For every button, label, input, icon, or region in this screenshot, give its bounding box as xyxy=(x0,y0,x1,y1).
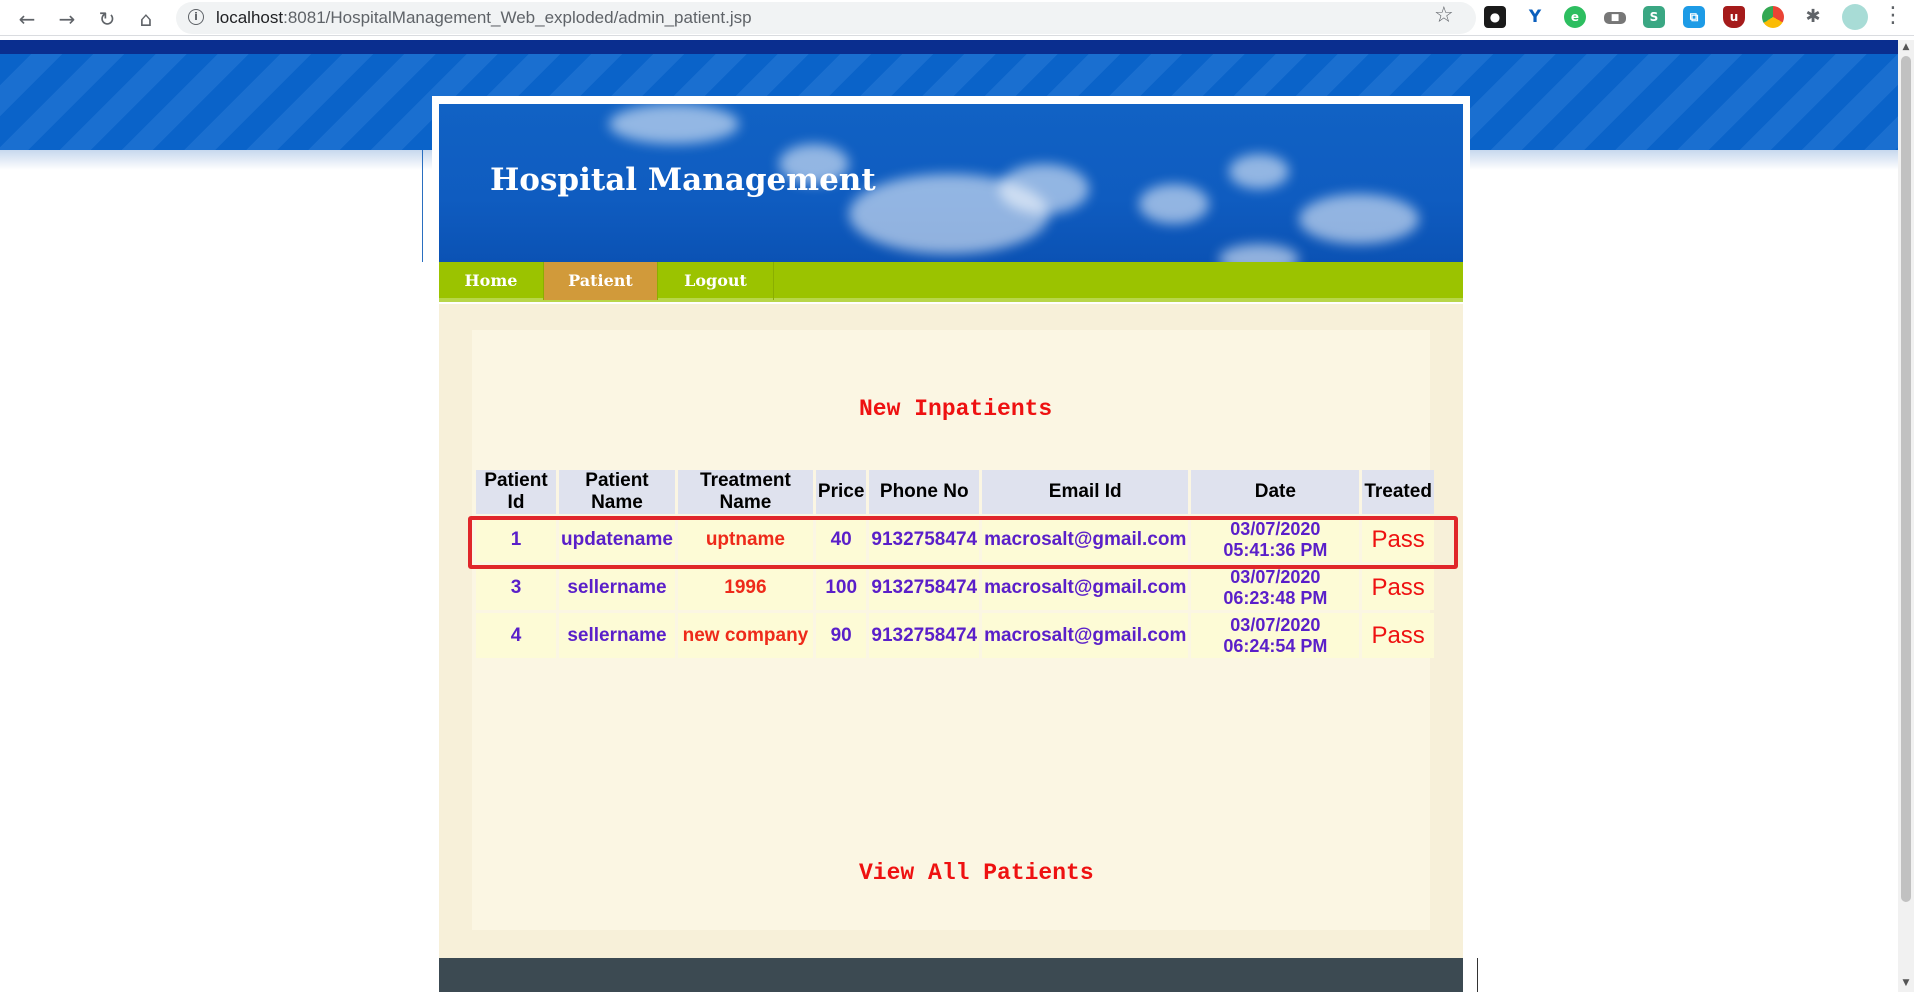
table-row: 1 updatename uptname 40 9132758474 macro… xyxy=(476,517,1434,562)
header-date: Date xyxy=(1191,470,1360,514)
header-phone: Phone No xyxy=(869,470,980,514)
patients-table: Patient Id Patient Name Treatment Name P… xyxy=(473,467,1437,661)
cell-patient-id: 1 xyxy=(476,517,556,562)
cell-price: 100 xyxy=(815,565,867,610)
cell-date: 03/07/2020 05:41:36 PM xyxy=(1191,517,1360,562)
scroll-down-icon[interactable]: ▼ xyxy=(1900,978,1912,990)
nav-logout[interactable]: Logout xyxy=(658,262,774,300)
cell-patient-name: sellername xyxy=(559,613,675,658)
date-value: 03/07/2020 xyxy=(1230,614,1321,635)
bookmark-star-icon[interactable]: ☆ xyxy=(1434,3,1454,28)
cloud xyxy=(1229,154,1289,189)
site-title: Hospital Management xyxy=(490,162,876,198)
site-info-icon[interactable]: i xyxy=(188,9,204,25)
cell-patient-name: sellername xyxy=(559,565,675,610)
cloud xyxy=(1139,184,1209,224)
cell-patient-name: updatename xyxy=(559,517,675,562)
header-email: Email Id xyxy=(982,470,1189,514)
puzzle-icon[interactable]: ✱ xyxy=(1802,6,1824,28)
view-all-patients-link[interactable]: View All Patients xyxy=(859,860,1094,886)
time-value: 06:24:54 PM xyxy=(1223,635,1328,656)
ublock-icon[interactable]: u xyxy=(1723,6,1745,28)
back-icon[interactable]: ← xyxy=(12,4,42,34)
reload-icon[interactable]: ↻ xyxy=(92,4,122,34)
cell-treated-link[interactable]: Pass xyxy=(1362,565,1434,610)
menu-dots-icon[interactable]: ⋮ xyxy=(1882,3,1904,28)
site-footer xyxy=(439,958,1463,992)
header-price: Price xyxy=(815,470,867,514)
camera-icon[interactable]: ■ xyxy=(1604,12,1626,24)
profile-icon[interactable] xyxy=(1842,4,1868,30)
cloud xyxy=(1219,244,1299,262)
browser-toolbar: ← → ↻ ⌂ i localhost:8081/HospitalManagem… xyxy=(0,0,1914,36)
chrome-icon[interactable] xyxy=(1762,6,1784,28)
date-value: 03/07/2020 xyxy=(1230,566,1321,587)
date-value: 03/07/2020 xyxy=(1230,518,1321,539)
cell-treatment: uptname xyxy=(677,517,813,562)
cloud xyxy=(1299,194,1419,244)
s-icon[interactable]: S xyxy=(1643,6,1665,28)
cloud xyxy=(609,104,739,144)
scrollbar-thumb[interactable] xyxy=(1901,56,1911,902)
cell-treatment: 1996 xyxy=(677,565,813,610)
header-patient-id: Patient Id xyxy=(476,470,556,514)
header-treated: Treated xyxy=(1362,470,1434,514)
time-value: 06:23:48 PM xyxy=(1223,587,1328,608)
cell-phone: 9132758474 xyxy=(869,565,980,610)
header-treatment-name: Treatment Name xyxy=(677,470,813,514)
cell-email: macrosalt@gmail.com xyxy=(982,517,1189,562)
time-value: 05:41:36 PM xyxy=(1223,539,1328,560)
dark-reader-icon[interactable]: ● xyxy=(1484,6,1506,28)
cell-email: macrosalt@gmail.com xyxy=(982,613,1189,658)
frame-left-edge xyxy=(422,150,423,262)
cell-phone: 9132758474 xyxy=(869,517,980,562)
table-row: 3 sellername 1996 100 9132758474 macrosa… xyxy=(476,565,1434,610)
table-row: 4 sellername new company 90 9132758474 m… xyxy=(476,613,1434,658)
top-rule xyxy=(0,40,1898,54)
cell-phone: 9132758474 xyxy=(869,613,980,658)
cell-price: 40 xyxy=(815,517,867,562)
header-patient-name: Patient Name xyxy=(559,470,675,514)
copy-icon[interactable]: ⧉ xyxy=(1683,6,1705,28)
cell-date: 03/07/2020 06:23:48 PM xyxy=(1191,565,1360,610)
evernote-icon[interactable]: e xyxy=(1564,6,1586,28)
scroll-up-icon[interactable]: ▲ xyxy=(1900,42,1912,54)
nav-patient[interactable]: Patient xyxy=(544,262,658,300)
cell-treatment: new company xyxy=(677,613,813,658)
url-path: :8081/HospitalManagement_Web_exploded/ad… xyxy=(283,8,752,27)
cell-treated-link[interactable]: Pass xyxy=(1362,613,1434,658)
cell-date: 03/07/2020 06:24:54 PM xyxy=(1191,613,1360,658)
page-root: ← → ↻ ⌂ i localhost:8081/HospitalManagem… xyxy=(0,0,1914,992)
cell-treated-link[interactable]: Pass xyxy=(1362,517,1434,562)
cell-patient-id: 4 xyxy=(476,613,556,658)
table-header-row: Patient Id Patient Name Treatment Name P… xyxy=(476,470,1434,514)
cell-price: 90 xyxy=(815,613,867,658)
frame-right-edge xyxy=(1477,958,1478,992)
cloud xyxy=(999,164,1089,214)
home-icon[interactable]: ⌂ xyxy=(131,4,161,34)
cell-patient-id: 3 xyxy=(476,565,556,610)
nav-home[interactable]: Home xyxy=(439,262,544,300)
url-text[interactable]: localhost:8081/HospitalManagement_Web_ex… xyxy=(216,8,752,28)
section-title: New Inpatients xyxy=(859,396,1053,422)
forward-icon[interactable]: → xyxy=(52,4,82,34)
url-host: localhost xyxy=(216,8,284,27)
cell-email: macrosalt@gmail.com xyxy=(982,565,1189,610)
vimeo-icon[interactable]: Y xyxy=(1524,6,1546,28)
